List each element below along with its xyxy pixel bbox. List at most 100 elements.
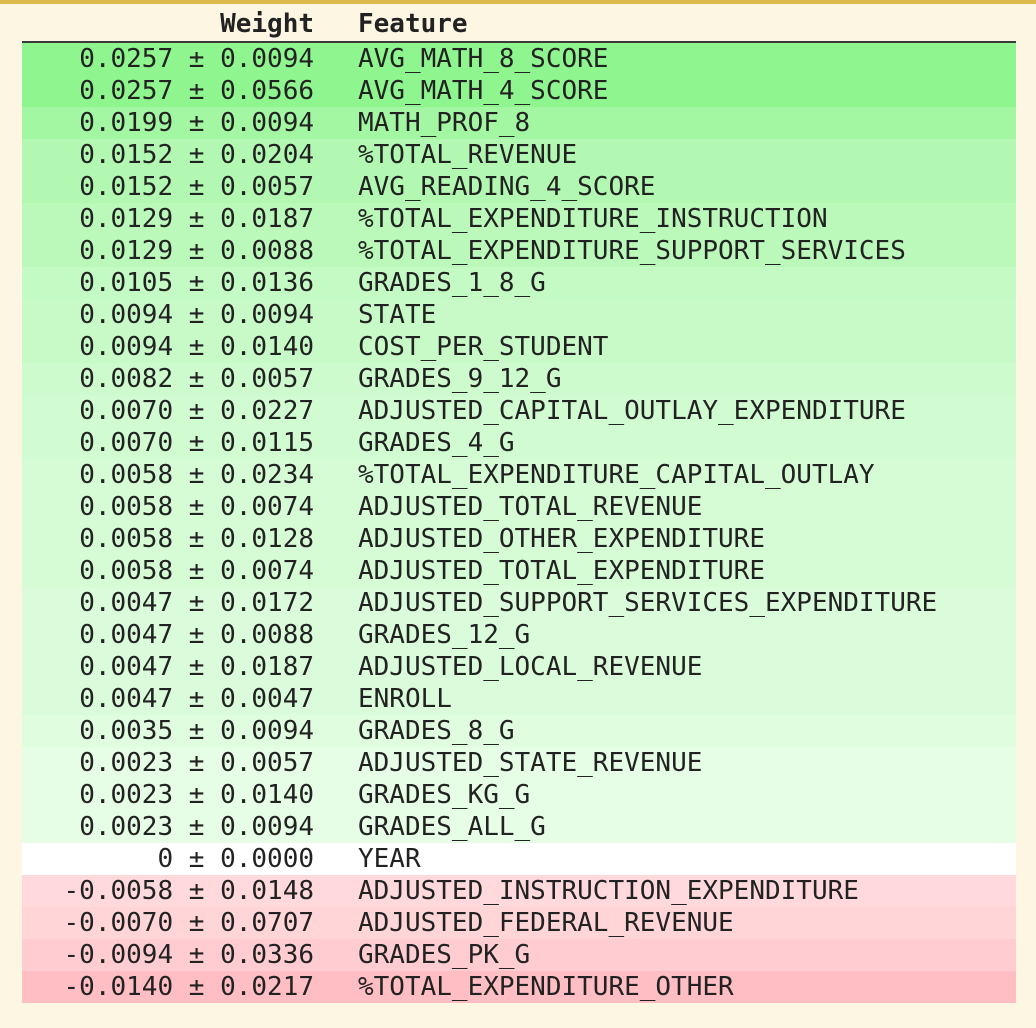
weight-std: 0.0217 xyxy=(220,972,314,1002)
plus-minus-sign: ± xyxy=(173,908,221,938)
feature-name: %TOTAL_REVENUE xyxy=(358,140,578,170)
table-row: -0.0058 ± 0.0148 ADJUSTED_INSTRUCTION_EXP… xyxy=(22,875,1016,907)
table-row: 0.0082 ± 0.0057 GRADES_9_12_G xyxy=(22,363,1016,395)
weight-std: 0.0074 xyxy=(220,556,314,586)
weight-cell: 0.0070 ± 0.0115 xyxy=(22,427,336,459)
weight-cell: 0.0152 ± 0.0057 xyxy=(22,171,336,203)
weight-std: 0.0094 xyxy=(220,716,314,746)
table-row: 0.0058 ± 0.0234 %TOTAL_EXPENDITURE_CAPITA… xyxy=(22,459,1016,491)
weight-value: 0.0058 xyxy=(79,460,174,490)
weight-std: 0.0094 xyxy=(220,44,314,74)
plus-minus-sign: ± xyxy=(173,140,221,170)
weight-value: 0.0257 xyxy=(79,44,174,74)
weight-value: -0.0140 xyxy=(63,972,174,1002)
plus-minus-sign: ± xyxy=(173,876,221,906)
feature-name: AVG_MATH_8_SCORE xyxy=(358,44,609,74)
plus-minus-sign: ± xyxy=(173,44,221,74)
feature-name: GRADES_KG_G xyxy=(358,780,531,810)
weight-value: 0.0070 xyxy=(79,428,174,458)
table-row: 0.0129 ± 0.0088 %TOTAL_EXPENDITURE_SUPPOR… xyxy=(22,235,1016,267)
weight-std: 0.0094 xyxy=(220,300,314,330)
table-row: 0.0047 ± 0.0047 ENROLL xyxy=(22,683,1016,715)
table-row: 0.0047 ± 0.0172 ADJUSTED_SUPPORT_SERVICES… xyxy=(22,587,1016,619)
feature-name: MATH_PROF_8 xyxy=(358,108,531,138)
weight-std: 0.0115 xyxy=(220,428,314,458)
table-row: 0.0047 ± 0.0187 ADJUSTED_LOCAL_REVENUE xyxy=(22,651,1016,683)
weight-value: 0.0257 xyxy=(79,76,174,106)
weight-value: 0.0105 xyxy=(79,268,174,298)
weight-std: 0.0227 xyxy=(220,396,314,426)
weight-value: 0.0129 xyxy=(79,204,174,234)
plus-minus-sign: ± xyxy=(173,364,221,394)
weight-std: 0.0057 xyxy=(220,364,314,394)
feature-name: AVG_MATH_4_SCORE xyxy=(358,76,609,106)
table-row: 0.0094 ± 0.0140 COST_PER_STUDENT xyxy=(22,331,1016,363)
weight-value: 0.0047 xyxy=(79,588,174,618)
weight-value: 0.0094 xyxy=(79,332,174,362)
feature-name: GRADES_8_G xyxy=(358,716,515,746)
weight-value: 0.0035 xyxy=(79,716,174,746)
weight-value: 0.0047 xyxy=(79,684,174,714)
plus-minus-sign: ± xyxy=(173,492,221,522)
weight-std: 0.0057 xyxy=(220,748,314,778)
plus-minus-sign: ± xyxy=(173,332,221,362)
table-row: -0.0140 ± 0.0217 %TOTAL_EXPENDITURE_OTHER xyxy=(22,971,1016,1003)
weight-value: 0.0047 xyxy=(79,652,174,682)
weight-value: 0.0023 xyxy=(79,780,174,810)
weight-std: 0.0074 xyxy=(220,492,314,522)
weight-cell: 0.0152 ± 0.0204 xyxy=(22,139,336,171)
weight-cell: 0.0047 ± 0.0088 xyxy=(22,619,336,651)
feature-name: ADJUSTED_SUPPORT_SERVICES_EXPENDITURE xyxy=(358,588,938,618)
table-row: 0.0094 ± 0.0094 STATE xyxy=(22,299,1016,331)
weight-value: 0.0094 xyxy=(79,300,174,330)
weight-cell: 0.0105 ± 0.0136 xyxy=(22,267,336,299)
weight-cell: 0.0023 ± 0.0094 xyxy=(22,811,336,843)
feature-name: %TOTAL_EXPENDITURE_CAPITAL_OUTLAY xyxy=(358,460,875,490)
plus-minus-sign: ± xyxy=(173,556,221,586)
table-row: 0.0152 ± 0.0204 %TOTAL_REVENUE xyxy=(22,139,1016,171)
weight-value: 0.0152 xyxy=(79,140,174,170)
table-row: 0.0058 ± 0.0074 ADJUSTED_TOTAL_EXPENDITUR… xyxy=(22,555,1016,587)
weight-value: 0.0058 xyxy=(79,524,174,554)
weight-cell: 0.0047 ± 0.0187 xyxy=(22,651,336,683)
plus-minus-sign: ± xyxy=(173,940,221,970)
table-row: 0.0257 ± 0.0566 AVG_MATH_4_SCORE xyxy=(22,75,1016,107)
weight-value: 0.0023 xyxy=(79,748,174,778)
feature-name: AVG_READING_4_SCORE xyxy=(358,172,656,202)
weight-std: 0.0136 xyxy=(220,268,314,298)
feature-column-header: Feature xyxy=(336,7,1016,43)
plus-minus-sign: ± xyxy=(173,204,221,234)
feature-name: GRADES_12_G xyxy=(358,620,531,650)
table-row: 0.0047 ± 0.0088 GRADES_12_G xyxy=(22,619,1016,651)
weight-cell: 0.0058 ± 0.0074 xyxy=(22,555,336,587)
feature-name: YEAR xyxy=(358,844,421,874)
weight-value: 0.0058 xyxy=(79,492,174,522)
plus-minus-sign: ± xyxy=(173,76,221,106)
weight-value: -0.0058 xyxy=(63,876,174,906)
weight-std: 0.0000 xyxy=(220,844,314,874)
weight-cell: 0.0082 ± 0.0057 xyxy=(22,363,336,395)
feature-name: STATE xyxy=(358,300,437,330)
plus-minus-sign: ± xyxy=(173,524,221,554)
weight-cell: -0.0058 ± 0.0148 xyxy=(22,875,336,907)
plus-minus-sign: ± xyxy=(173,428,221,458)
weight-value: 0.0199 xyxy=(79,108,174,138)
feature-name: ADJUSTED_INSTRUCTION_EXPENDITURE xyxy=(358,876,859,906)
feature-name: GRADES_4_G xyxy=(358,428,515,458)
table-row: 0.0023 ± 0.0057 ADJUSTED_STATE_REVENUE xyxy=(22,747,1016,779)
plus-minus-sign: ± xyxy=(173,780,221,810)
header-row: Weight Feature xyxy=(22,7,1016,43)
feature-name: ENROLL xyxy=(358,684,452,714)
weight-std: 0.0187 xyxy=(220,204,314,234)
feature-name: %TOTAL_EXPENDITURE_SUPPORT_SERVICES xyxy=(358,236,906,266)
table-row: -0.0070 ± 0.0707 ADJUSTED_FEDERAL_REVENUE xyxy=(22,907,1016,939)
feature-name: ADJUSTED_LOCAL_REVENUE xyxy=(358,652,703,682)
weight-value: 0.0070 xyxy=(79,396,174,426)
weight-std: 0.0088 xyxy=(220,620,314,650)
weight-value: 0.0152 xyxy=(79,172,174,202)
table-row: 0.0129 ± 0.0187 %TOTAL_EXPENDITURE_INSTRU… xyxy=(22,203,1016,235)
plus-minus-sign: ± xyxy=(173,172,221,202)
weight-cell: 0 ± 0.0000 xyxy=(22,843,336,875)
weight-std: 0.0057 xyxy=(220,172,314,202)
weight-value: 0.0082 xyxy=(79,364,174,394)
